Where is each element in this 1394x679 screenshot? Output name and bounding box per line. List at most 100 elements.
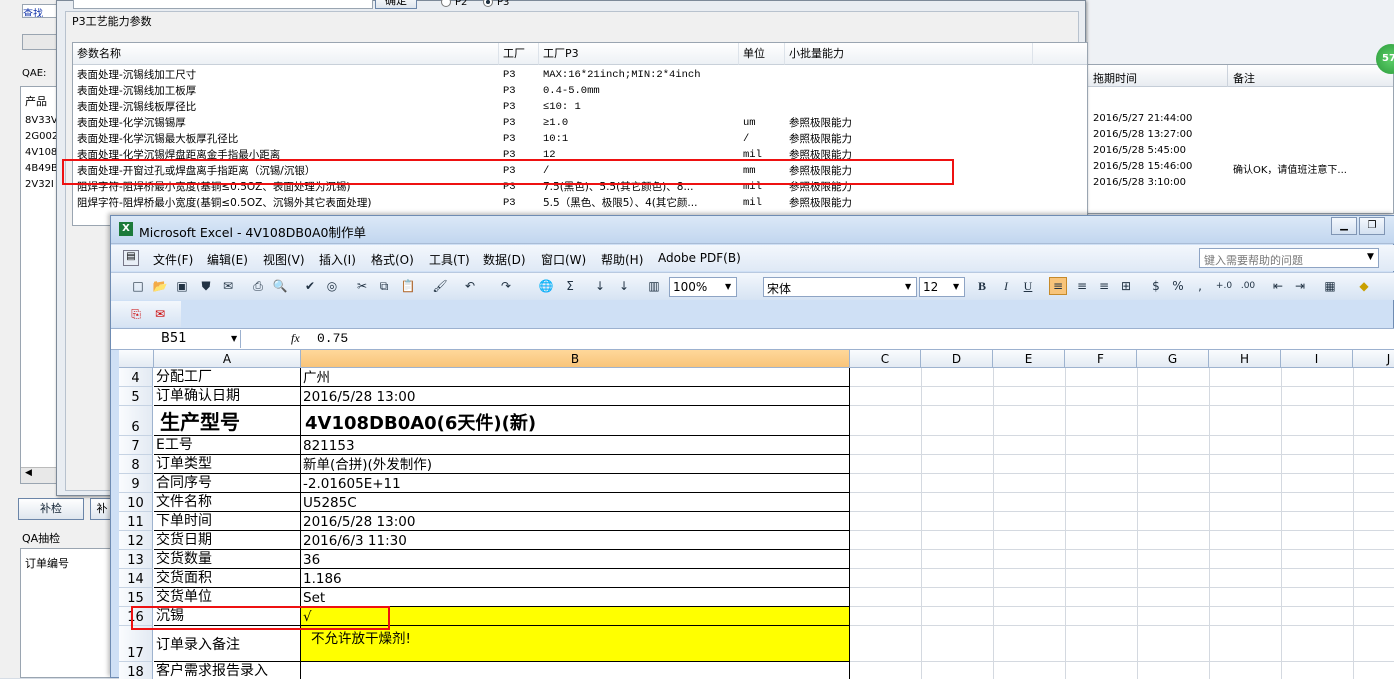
radio-p3[interactable] [483, 0, 493, 7]
paste-icon[interactable]: 📋 [399, 277, 417, 295]
cell-b[interactable]: 1.186 [301, 569, 850, 588]
column-header-c[interactable]: C [850, 350, 921, 368]
cell-b[interactable]: 2016/6/3 11:30 [301, 531, 850, 550]
cell-a[interactable]: 分配工厂 [154, 368, 301, 387]
table-row[interactable]: 表面处理-化学沉锡锡厚 P3 ≥1.0 um 参照极限能力 [73, 115, 1087, 131]
borders-icon[interactable]: ▦ [1321, 277, 1339, 295]
list-item[interactable]: 4B49B [25, 163, 58, 174]
row-header[interactable]: 17 [119, 626, 153, 662]
cell-b[interactable]: -2.01605E+11 [301, 474, 850, 493]
cell-a[interactable]: 下单时间 [154, 512, 301, 531]
cell-b[interactable]: 新单(合拼)(外发制作) [301, 455, 850, 474]
col-factory[interactable]: 工厂 [499, 43, 539, 65]
formula-input[interactable]: 0.75 [317, 331, 348, 346]
menu-data[interactable]: 数据(D) [483, 251, 526, 268]
merge-center-icon[interactable]: ⊞ [1117, 277, 1135, 295]
italic-icon[interactable]: I [997, 277, 1015, 295]
align-left-icon[interactable]: ≡ [1049, 277, 1067, 295]
pdf-convert-icon[interactable]: ⎘ [127, 305, 145, 323]
list-item[interactable]: 2V32I [25, 179, 54, 190]
cell-b[interactable]: 广州 [301, 368, 850, 387]
undo-icon[interactable]: ↶ [461, 277, 479, 295]
cell-a[interactable]: 交货单位 [154, 588, 301, 607]
row-header[interactable]: 13 [119, 550, 153, 569]
list-item[interactable]: 4V108 [25, 147, 57, 158]
workbook-icon[interactable]: ▤ [123, 250, 139, 266]
column-header-f[interactable]: F [1065, 350, 1137, 368]
menu-window[interactable]: 窗口(W) [541, 251, 586, 268]
column-header-a[interactable]: A [154, 350, 301, 368]
research-icon[interactable]: ◎ [323, 277, 341, 295]
column-header-d[interactable]: D [921, 350, 993, 368]
table-row[interactable]: 2016/5/28 3:10:00 [1093, 177, 1186, 188]
cell-b-product-model[interactable]: 4V108DB0A0(6天件)(新) [301, 406, 850, 436]
table-row[interactable]: 2016/5/27 21:44:00 [1093, 113, 1192, 124]
table-row[interactable]: 表面处理-化学沉锡最大板厚孔径比 P3 10:1/参照极限能力 [73, 131, 1087, 147]
list-item[interactable]: 8V33V [25, 115, 58, 126]
minimize-icon[interactable]: ▁ [1331, 217, 1357, 235]
sort-asc-icon[interactable]: ↓ [591, 277, 609, 295]
menu-format[interactable]: 格式(O) [371, 251, 414, 268]
cell-a[interactable]: 交货日期 [154, 531, 301, 550]
cell-a[interactable]: 客户需求报告录入 [154, 662, 301, 679]
row-header[interactable]: 11 [119, 512, 153, 531]
chart-wizard-icon[interactable]: ▥ [645, 277, 663, 295]
menu-file[interactable]: 文件(F) [153, 251, 193, 268]
permission-icon[interactable]: ⛊ [197, 277, 215, 295]
table-row[interactable]: 表面处理-沉锡线加工尺寸 P3 MAX:16*21inch;MIN:2*4inch [73, 67, 1087, 83]
column-header-i[interactable]: I [1281, 350, 1353, 368]
print-icon[interactable]: ⎙ [249, 277, 267, 295]
sort-desc-icon[interactable]: ↓ [615, 277, 633, 295]
table-row[interactable]: 阻焊字符-阻焊桥最小宽度(基铜≤0.5OZ、沉锡外其它表面处理) P3 5.5（黑色… [73, 195, 1087, 211]
column-header-b[interactable]: B [301, 350, 850, 368]
restore-icon[interactable]: ❐ [1359, 217, 1385, 235]
hyperlink-icon[interactable]: 🌐 [537, 277, 555, 295]
bold-icon[interactable]: B [973, 277, 991, 295]
col-small-batch[interactable]: 小批量能力 [785, 43, 1033, 65]
font-name-select[interactable]: 宋体 [763, 277, 917, 297]
comma-icon[interactable]: , [1191, 277, 1209, 295]
new-icon[interactable]: □ [129, 277, 147, 295]
cell-a[interactable]: 订单录入备注 [154, 626, 301, 662]
radio-p2[interactable] [441, 0, 451, 7]
cell-b[interactable]: 36 [301, 550, 850, 569]
table-row[interactable]: 表面处理-沉锡线板厚径比 P3 ≤10: 1 [73, 99, 1087, 115]
currency-icon[interactable]: $ [1147, 277, 1165, 295]
increase-indent-icon[interactable]: ⇥ [1291, 277, 1309, 295]
cell-b[interactable]: 2016/5/28 13:00 [301, 387, 850, 406]
table-cell-note[interactable]: 确认OK，请值班注意下... [1233, 161, 1383, 176]
cell-b[interactable]: 2016/5/28 13:00 [301, 512, 850, 531]
row-header[interactable]: 14 [119, 569, 153, 588]
cell-b[interactable]: U5285C [301, 493, 850, 512]
row-header[interactable]: 18 [119, 662, 153, 679]
table-row[interactable]: 2016/5/28 15:46:00 [1093, 161, 1192, 172]
col-factory-p3[interactable]: 工厂P3 [539, 43, 739, 65]
cell-a-product-model[interactable]: 生产型号 [154, 406, 301, 436]
row-header[interactable]: 15 [119, 588, 153, 607]
table-row[interactable]: 2016/5/28 13:27:00 [1093, 129, 1192, 140]
table-row[interactable]: 2016/5/28 5:45:00 [1093, 145, 1186, 156]
redo-icon[interactable]: ↷ [497, 277, 515, 295]
supplement-button[interactable]: 补检 [18, 498, 84, 520]
row-header[interactable]: 8 [119, 455, 153, 474]
decrease-decimal-icon[interactable]: .00 [1239, 277, 1257, 295]
col-unit[interactable]: 单位 [739, 43, 785, 65]
row-header[interactable]: 5 [119, 387, 153, 406]
cell-b[interactable] [301, 662, 850, 679]
copy-icon[interactable]: ⧉ [375, 277, 393, 295]
format-painter-icon[interactable]: 🖌 [431, 277, 449, 295]
cell-b[interactable]: 821153 [301, 436, 850, 455]
percent-icon[interactable]: % [1169, 277, 1187, 295]
fill-color-icon[interactable]: ◆ [1355, 277, 1373, 295]
row-header[interactable]: 10 [119, 493, 153, 512]
spelling-icon[interactable]: ✔ [301, 277, 319, 295]
cell-b[interactable]: Set [301, 588, 850, 607]
help-search-input[interactable]: 键入需要帮助的问题 [1199, 248, 1379, 268]
pdf-email-icon[interactable]: ✉ [151, 305, 169, 323]
menu-insert[interactable]: 插入(I) [319, 251, 356, 268]
table-row[interactable]: 表面处理-沉锡线加工板厚 P3 0.4-5.0mm [73, 83, 1087, 99]
list-item[interactable]: 2G002 [25, 131, 58, 142]
menu-tools[interactable]: 工具(T) [429, 251, 470, 268]
cell-a[interactable]: 交货面积 [154, 569, 301, 588]
menu-edit[interactable]: 编辑(E) [207, 251, 248, 268]
